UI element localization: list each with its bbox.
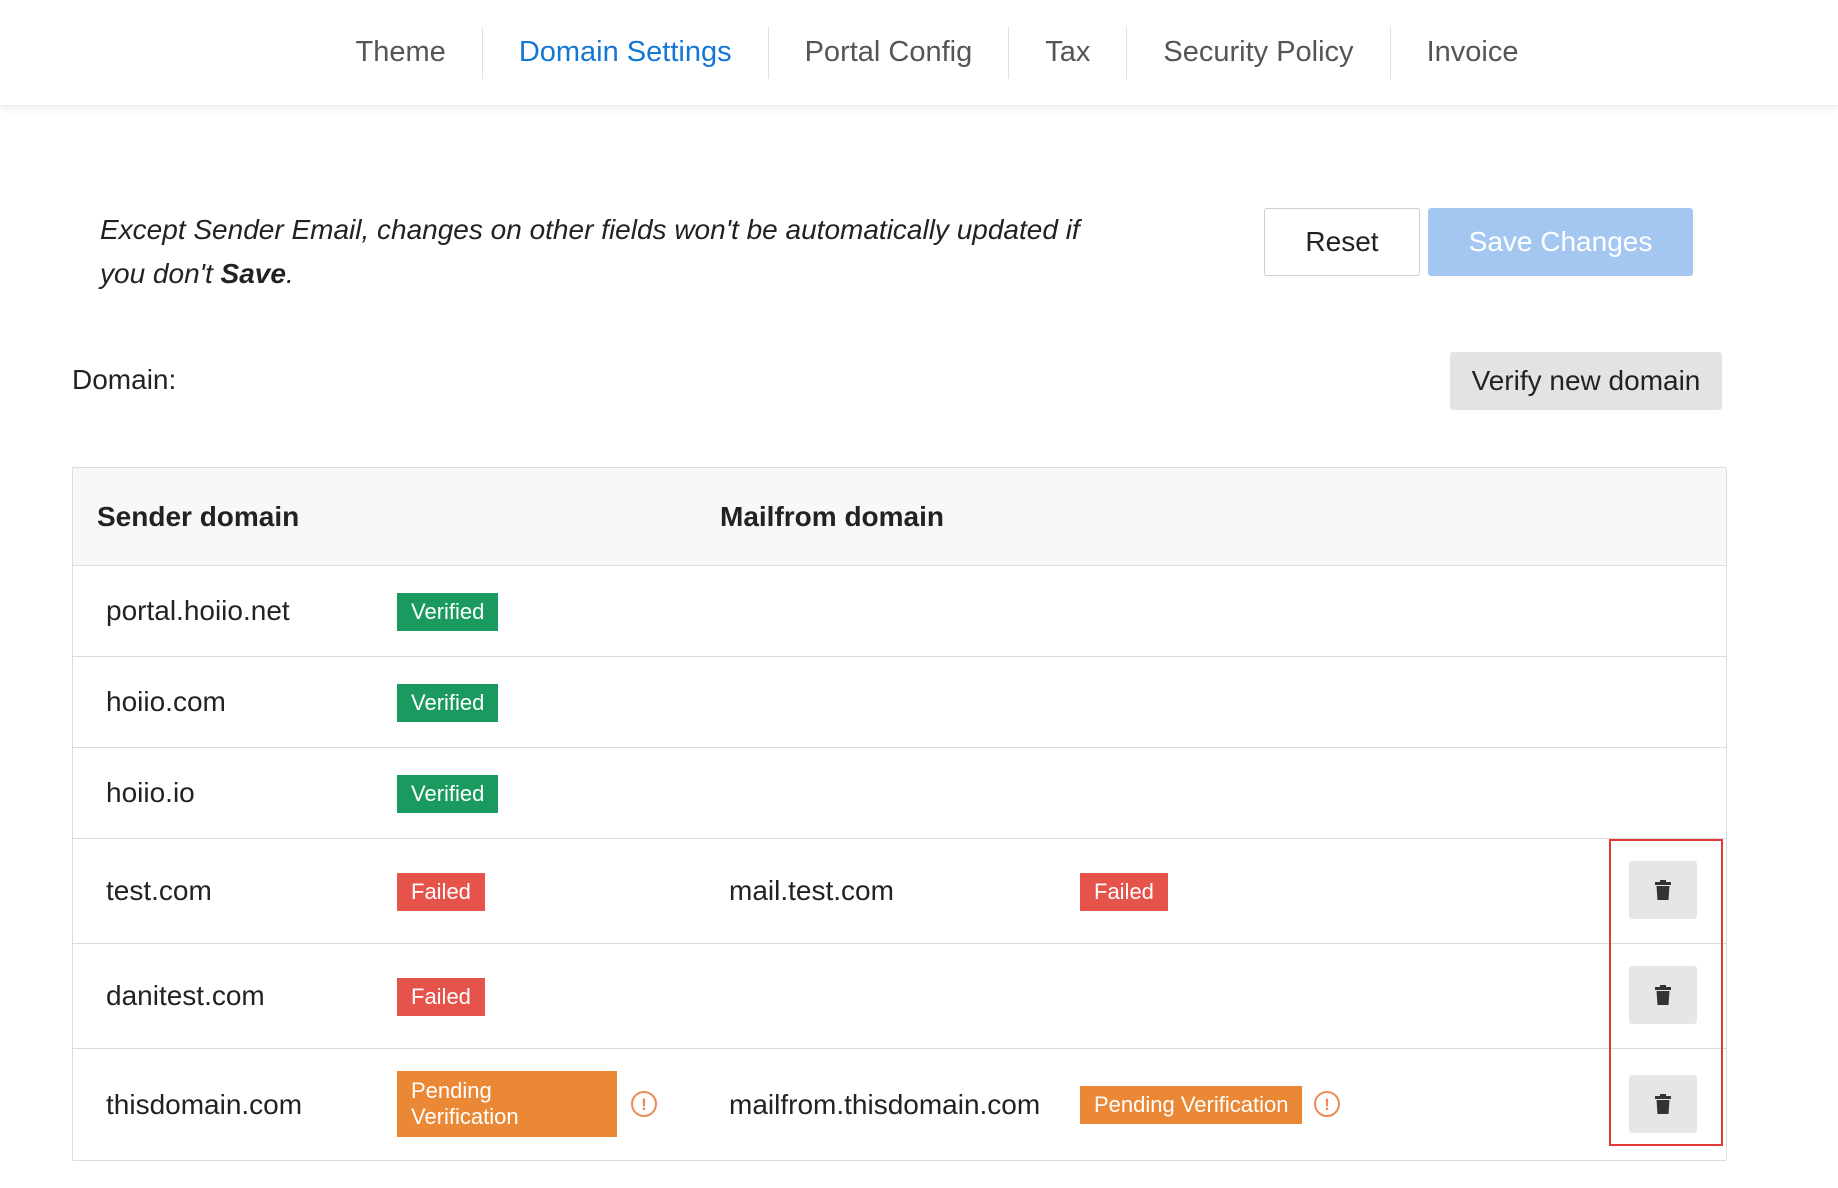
table-header: Sender domain Mailfrom domain [73, 468, 1726, 566]
tab-invoice[interactable]: Invoice [1391, 27, 1555, 79]
verify-new-domain-button[interactable]: Verify new domain [1450, 352, 1722, 410]
tab-tax[interactable]: Tax [1009, 26, 1128, 79]
table-row: test.com Failed mail.test.com Failed [73, 839, 1726, 944]
tabs: Theme Domain Settings Portal Config Tax … [320, 26, 1555, 79]
table-row: portal.hoiio.net Verified [73, 566, 1726, 657]
domain-label: Domain: [72, 364, 177, 395]
sender-domain-cell: hoiio.io [106, 777, 195, 808]
sender-status-badge: Failed [397, 978, 485, 1016]
sender-domain-cell: test.com [106, 875, 212, 906]
trash-icon [1655, 985, 1671, 1005]
delete-domain-button[interactable] [1629, 861, 1697, 919]
exclamation-circle-icon[interactable]: ! [1314, 1091, 1340, 1117]
sender-domain-cell: thisdomain.com [106, 1088, 303, 1120]
reset-button[interactable]: Reset [1264, 208, 1420, 276]
mailfrom-domain-cell: mailfrom.thisdomain.com [729, 1088, 1041, 1120]
delete-domain-button[interactable] [1629, 966, 1697, 1024]
table-row: hoiio.io Verified [73, 748, 1726, 839]
sender-status-badge: Failed [397, 873, 485, 911]
table-row: hoiio.com Verified [73, 657, 1726, 748]
sender-domain-cell: hoiio.com [106, 686, 226, 717]
tab-theme[interactable]: Theme [320, 26, 483, 79]
mailfrom-status-badge: Failed [1080, 873, 1168, 911]
notice-bold: Save [220, 258, 286, 289]
sender-status-badge: Pending Verification [397, 1071, 617, 1137]
exclamation-circle-icon[interactable]: ! [631, 1091, 657, 1117]
notice-end: . [285, 258, 294, 289]
sender-domain-cell: danitest.com [106, 980, 265, 1011]
sender-status-badge: Verified [397, 775, 499, 813]
tab-domain-settings[interactable]: Domain Settings [483, 26, 769, 79]
sender-domain-cell: portal.hoiio.net [106, 595, 290, 626]
trash-icon [1655, 1094, 1671, 1114]
sender-status-badge: Verified [397, 684, 499, 722]
mailfrom-domain-cell: mail.test.com [729, 875, 894, 906]
sender-domain-header: Sender domain [97, 501, 300, 532]
domain-table: Sender domain Mailfrom domain portal.hoi… [72, 467, 1727, 1161]
save-changes-button[interactable]: Save Changes [1428, 208, 1693, 276]
settings-tab-bar: Theme Domain Settings Portal Config Tax … [0, 0, 1838, 106]
tab-security-policy[interactable]: Security Policy [1127, 26, 1391, 79]
sender-status-badge: Verified [397, 593, 499, 631]
tab-portal-config[interactable]: Portal Config [769, 26, 1010, 79]
table-row: danitest.com Failed [73, 944, 1726, 1049]
save-notice: Except Sender Email, changes on other fi… [100, 208, 1100, 296]
mailfrom-status-badge: Pending Verification [1080, 1086, 1303, 1124]
table-row: thisdomain.com Pending Verification ! ma… [73, 1049, 1726, 1160]
trash-icon [1655, 880, 1671, 900]
delete-domain-button[interactable] [1629, 1075, 1697, 1133]
mailfrom-domain-header: Mailfrom domain [720, 501, 945, 532]
